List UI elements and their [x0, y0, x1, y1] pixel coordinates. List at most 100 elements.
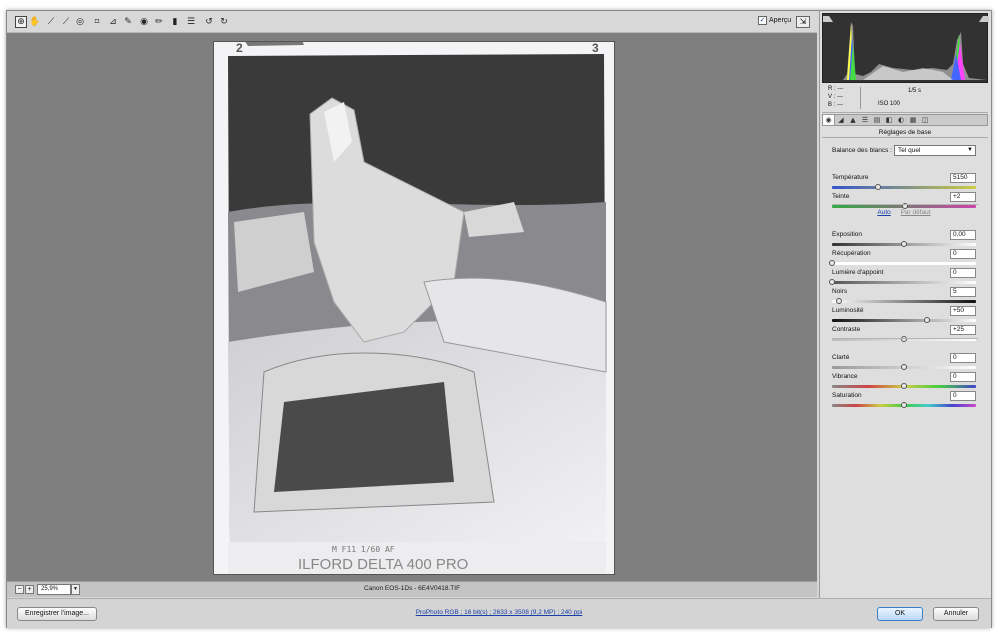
lumiere-thumb[interactable]: [829, 279, 835, 285]
exposition-thumb[interactable]: [901, 241, 907, 247]
info-divider: [860, 87, 861, 109]
tone-curve-tab[interactable]: ◢: [835, 115, 847, 125]
temperature-track[interactable]: [832, 186, 976, 189]
split-toning-tab[interactable]: ▤: [871, 115, 883, 125]
white-balance-value: Tel quel: [898, 146, 921, 154]
adjustment-brush-tool[interactable]: ✏: [153, 16, 165, 28]
photo-negative: 2 3 M F11 1/60 AF ILFORD DELTA 400 PRO: [213, 41, 615, 575]
noirs-track[interactable]: [832, 300, 976, 303]
lumiere-track[interactable]: [832, 281, 976, 284]
preview-check-box[interactable]: ✓: [758, 16, 767, 25]
luminosite-value-field[interactable]: +50: [950, 306, 976, 316]
basic-tab[interactable]: ◉: [823, 115, 835, 125]
graduated-filter-icon: ▮: [172, 17, 178, 27]
noirs-thumb[interactable]: [836, 298, 843, 304]
hand-tool[interactable]: ✋: [29, 16, 41, 28]
auto-default-row: Auto Par défaut: [832, 209, 976, 216]
rotate-right-icon: ↻: [220, 17, 228, 27]
temperature-value-field[interactable]: 5150: [950, 173, 976, 183]
presets-tab[interactable]: ▦: [907, 115, 919, 125]
temperature-slider[interactable]: Température 5150: [832, 173, 976, 192]
teinte-label: Teinte: [832, 193, 850, 200]
adjustments-panel: R : --- V : --- B : --- 1/5 s ISO 100 ◉ ◢…: [819, 11, 991, 598]
saturation-label: Saturation: [832, 392, 862, 399]
teinte-value-field[interactable]: +2: [950, 192, 976, 202]
contraste-value-field[interactable]: +25: [950, 325, 976, 335]
preferences-tool[interactable]: ☰: [185, 16, 197, 28]
noirs-slider[interactable]: Noirs 5: [832, 287, 976, 306]
graduated-filter-tool[interactable]: ▮: [169, 16, 181, 28]
saturation-slider[interactable]: Saturation 0: [832, 391, 976, 410]
white-balance-tool[interactable]: ⟋: [45, 16, 57, 28]
camera-calibration-tab[interactable]: ◐: [895, 115, 907, 125]
rotate-left-tool[interactable]: ↺: [203, 16, 215, 28]
luminosite-slider[interactable]: Luminosité +50: [832, 306, 976, 325]
spot-removal-tool[interactable]: ✎: [122, 16, 134, 28]
auto-link[interactable]: Auto: [877, 209, 890, 216]
r-readout: R : ---: [828, 86, 844, 92]
clarte-slider[interactable]: Clarté 0: [832, 353, 976, 372]
shadow-clipping-icon[interactable]: [823, 16, 833, 22]
rotate-right-tool[interactable]: ↻: [218, 16, 230, 28]
default-link[interactable]: Par défaut: [901, 209, 931, 216]
vibrance-slider[interactable]: Vibrance 0: [832, 372, 976, 391]
photo-image: 2 3 M F11 1/60 AF ILFORD DELTA 400 PRO: [214, 42, 614, 574]
target-adjustment-icon: ◎: [76, 17, 84, 27]
crop-tool[interactable]: ⌗: [91, 16, 103, 28]
status-bar: − + 25,9% ▼ Canon EOS-1Ds - 6E4V0418.TIF: [7, 581, 817, 597]
preview-label: Aperçu: [769, 17, 792, 24]
file-name: Canon EOS-1Ds - 6E4V0418.TIF: [363, 585, 461, 592]
recuperation-thumb[interactable]: [829, 260, 835, 266]
shutter-speed: 1/5 s: [908, 88, 922, 94]
lumiere-slider[interactable]: Lumière d'appoint 0: [829, 268, 976, 287]
white-balance-select[interactable]: Tel quel ▼: [894, 144, 976, 156]
iso-value: ISO 100: [878, 101, 901, 107]
luminosite-label: Luminosité: [832, 307, 864, 314]
exposition-label: Exposition: [832, 231, 862, 238]
adjustment-brush-icon: ✏: [155, 17, 163, 27]
hsl-tab[interactable]: ☰: [859, 115, 871, 125]
target-adjustment-tool[interactable]: ◎: [74, 16, 86, 28]
vibrance-label: Vibrance: [832, 373, 858, 380]
recuperation-slider[interactable]: Récupération 0: [829, 249, 976, 268]
highlight-clipping-icon[interactable]: [979, 16, 989, 22]
saturation-value-field[interactable]: 0: [950, 391, 976, 401]
lumiere-label: Lumière d'appoint: [832, 269, 884, 276]
luminosite-thumb[interactable]: [924, 317, 931, 323]
workflow-options-link[interactable]: ProPhoto RGB ; 16 bit(s) ; 2633 x 3508 (…: [7, 609, 991, 616]
clarte-label: Clarté: [832, 354, 850, 361]
recuperation-track[interactable]: [832, 262, 976, 265]
detail-tab[interactable]: ▲: [847, 115, 859, 125]
noirs-value-field[interactable]: 5: [950, 287, 976, 297]
lens-tab[interactable]: ◧: [883, 115, 895, 125]
white-balance-row: Balance des blancs : Tel quel ▼: [832, 144, 982, 156]
exposition-slider[interactable]: Exposition 0,00: [832, 230, 976, 249]
fullscreen-button[interactable]: ⇲: [796, 16, 810, 28]
preview-checkbox[interactable]: ✓ Aperçu: [758, 16, 791, 25]
zoom-tool[interactable]: ⊕: [15, 16, 27, 28]
recuperation-label: Récupération: [832, 250, 871, 257]
cancel-button[interactable]: Annuler: [933, 607, 979, 621]
lumiere-value-field[interactable]: 0: [950, 268, 976, 278]
clarte-value-field[interactable]: 0: [950, 353, 976, 363]
saturation-thumb[interactable]: [901, 402, 907, 408]
contraste-thumb[interactable]: [901, 336, 907, 342]
temperature-thumb[interactable]: [875, 184, 882, 190]
divider: [832, 204, 978, 205]
zoom-icon: ⊕: [17, 17, 25, 27]
straighten-tool[interactable]: ⊿: [107, 16, 119, 28]
clarte-thumb[interactable]: [901, 364, 907, 370]
chevron-down-icon: ▼: [967, 146, 973, 153]
color-sampler-tool[interactable]: ⟋: [60, 16, 72, 28]
image-viewer[interactable]: 2 3 M F11 1/60 AF ILFORD DELTA 400 PRO: [7, 33, 817, 581]
recuperation-value-field[interactable]: 0: [950, 249, 976, 259]
contraste-slider[interactable]: Contraste +25: [832, 325, 976, 344]
b-readout: B : ---: [828, 102, 844, 108]
vibrance-value-field[interactable]: 0: [950, 372, 976, 382]
ok-button[interactable]: OK: [877, 607, 923, 621]
exposition-value-field[interactable]: 0,00: [950, 230, 976, 240]
red-eye-tool[interactable]: ◉: [138, 16, 150, 28]
vibrance-thumb[interactable]: [901, 383, 907, 389]
luminosite-track[interactable]: [832, 319, 976, 322]
snapshots-tab[interactable]: ◫: [919, 115, 931, 125]
